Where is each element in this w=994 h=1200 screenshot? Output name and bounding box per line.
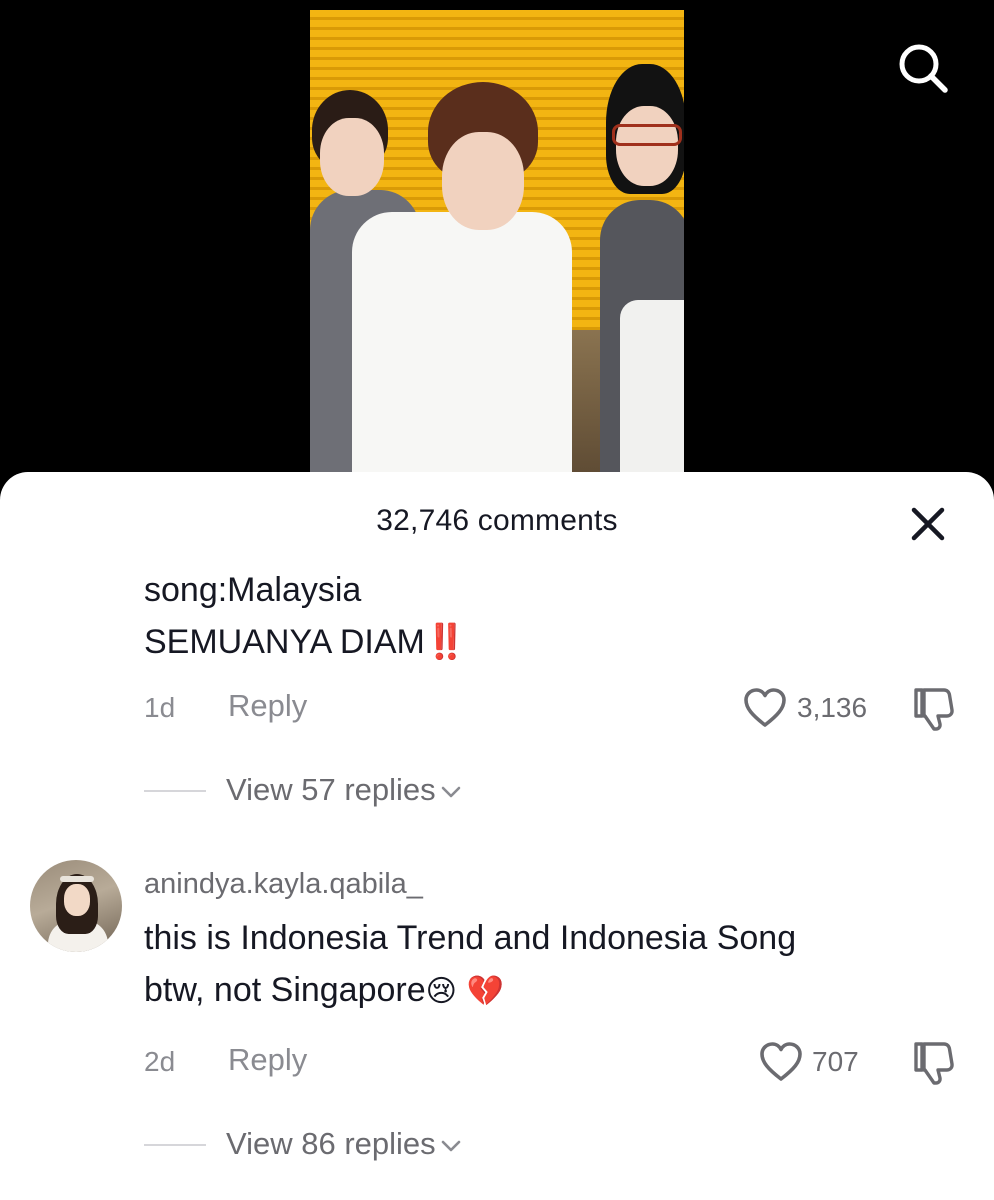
video-frame[interactable] [310, 10, 684, 480]
avatar[interactable] [30, 860, 122, 952]
comment-time: 1d [144, 692, 176, 723]
comment-meta: 1d Reply 3,136 [0, 686, 994, 732]
chevron-down-icon [441, 786, 460, 798]
chevron-down-icon [441, 1140, 460, 1152]
comment-meta: 2d Reply 707 [0, 1040, 994, 1086]
reply-button[interactable]: Reply [228, 1042, 307, 1078]
replies-divider [144, 790, 206, 792]
comment-line: this is Indonesia Trend and Indonesia So… [144, 919, 797, 957]
double-exclamation-emoji: ‼️ [424, 623, 467, 661]
search-icon [899, 44, 948, 93]
like-count: 707 [812, 1046, 859, 1077]
view-replies-button[interactable]: View 86 replies [226, 1126, 462, 1162]
video-player[interactable] [0, 0, 994, 500]
view-replies-row: View 86 replies [0, 1122, 994, 1166]
comment-text: song:Malaysia SEMUANYA DIAM‼️ [144, 564, 944, 668]
reply-button[interactable]: Reply [228, 688, 307, 724]
comments-sheet: 32,746 comments song:Malaysia SEMUANYA D… [0, 472, 994, 1200]
crying-broken-heart-emoji: 😢 💔 [425, 974, 504, 1009]
comment-line: btw, not Singapore😢 💔 [144, 971, 504, 1009]
dislike-icon[interactable] [910, 1040, 956, 1086]
dislike-icon[interactable] [910, 686, 956, 732]
comment-text: this is Indonesia Trend and Indonesia So… [144, 912, 944, 1018]
heart-icon[interactable] [742, 686, 788, 730]
close-button[interactable] [906, 502, 950, 546]
comment-username[interactable]: anindya.kayla.qabila_ [144, 868, 423, 901]
heart-icon[interactable] [758, 1040, 804, 1084]
replies-divider [144, 1144, 206, 1146]
comments-count-title: 32,746 comments [376, 504, 618, 537]
view-replies-button[interactable]: View 57 replies [226, 772, 462, 808]
close-icon [911, 507, 945, 541]
comment-line: SEMUANYA DIAM‼️ [144, 623, 467, 661]
video-person-center [352, 82, 572, 480]
view-replies-row: View 57 replies [0, 768, 994, 812]
comment-line: song:Malaysia [144, 571, 362, 609]
video-person-right [600, 60, 684, 480]
search-button[interactable] [895, 40, 951, 96]
comment-time: 2d [144, 1046, 176, 1077]
like-count: 3,136 [797, 692, 868, 723]
